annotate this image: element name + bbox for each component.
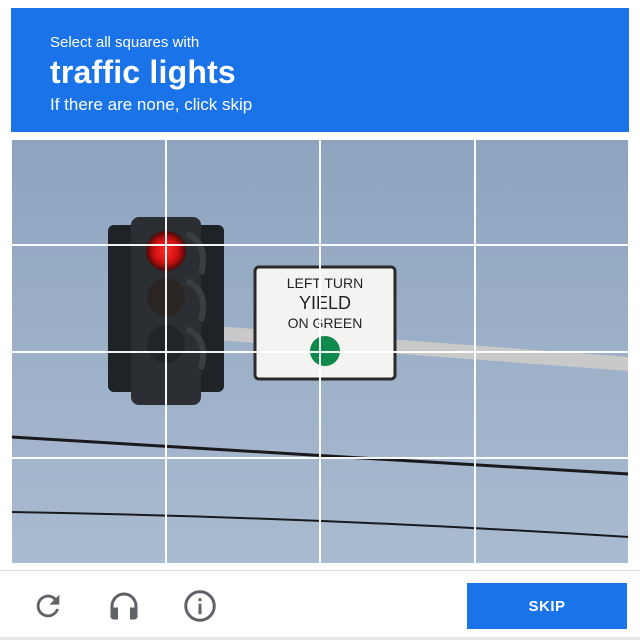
image-tile-r1-c2[interactable] <box>165 139 320 246</box>
image-tile-r2-c3[interactable] <box>320 245 475 352</box>
footer-divider <box>0 570 640 571</box>
image-tile-r4-c3[interactable] <box>320 457 475 564</box>
image-tile-r3-c3[interactable] <box>320 351 475 458</box>
image-tile-r3-c1[interactable] <box>11 351 166 458</box>
image-tile-r1-c4[interactable] <box>474 139 629 246</box>
image-grid: LEFT TURN YIELD ON GREEN <box>11 139 629 564</box>
target-object-label: traffic lights <box>50 54 236 90</box>
image-tile-r1-c1[interactable] <box>11 139 166 246</box>
image-tile-r1-c3[interactable] <box>320 139 475 246</box>
skip-button[interactable]: SKIP <box>467 583 627 629</box>
image-tile-r4-c1[interactable] <box>11 457 166 564</box>
reload-icon[interactable] <box>28 586 68 626</box>
image-tile-r2-c1[interactable] <box>11 245 166 352</box>
image-tile-r4-c2[interactable] <box>165 457 320 564</box>
image-tile-r2-c4[interactable] <box>474 245 629 352</box>
audio-challenge-icon[interactable] <box>104 586 144 626</box>
image-tile-r3-c2[interactable] <box>165 351 320 458</box>
instruction-text: Select all squares with <box>50 34 200 51</box>
challenge-header: Select all squares with traffic lights I… <box>11 8 629 132</box>
skip-hint-text: If there are none, click skip <box>50 95 253 114</box>
image-tile-r2-c2[interactable] <box>165 245 320 352</box>
image-tile-r4-c4[interactable] <box>474 457 629 564</box>
info-icon[interactable] <box>180 586 220 626</box>
image-tile-r3-c4[interactable] <box>474 351 629 458</box>
